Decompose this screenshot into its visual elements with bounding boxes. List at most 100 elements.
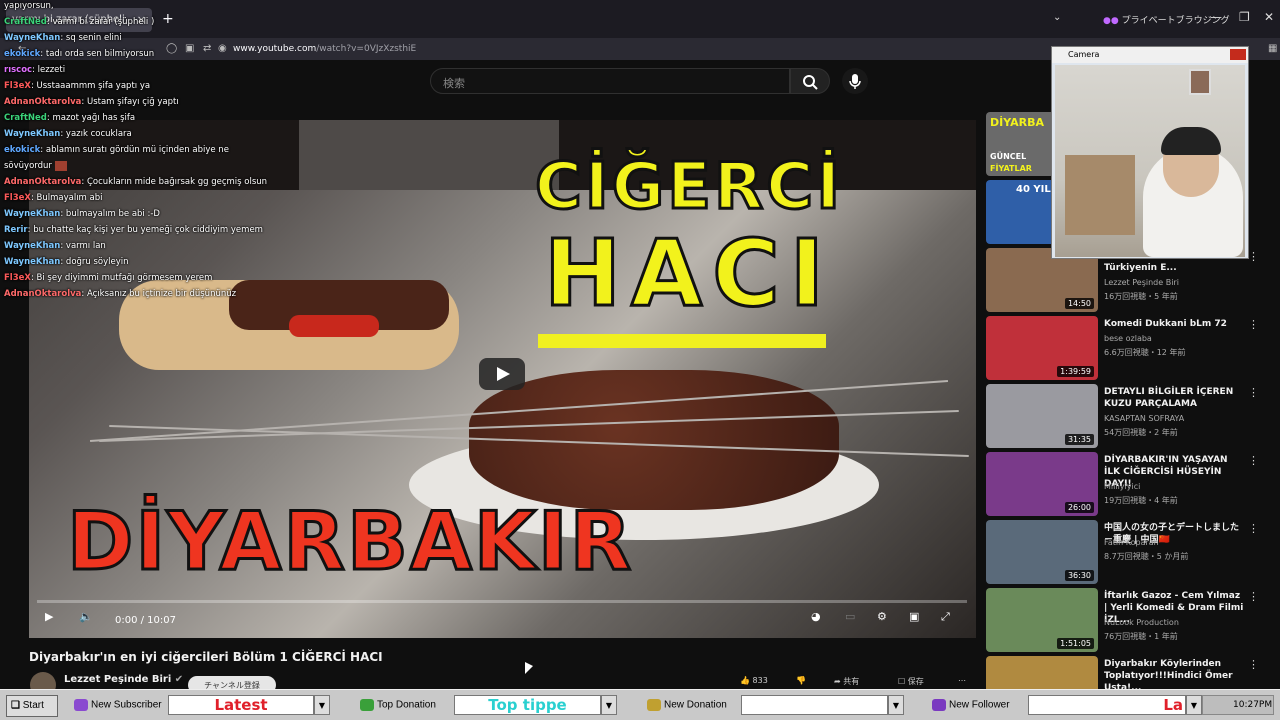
more-options-icon[interactable]: ⋮ xyxy=(1248,318,1259,331)
chat-username: Fl3eX xyxy=(4,273,31,283)
related-video[interactable]: 31:35 DETAYLI BİLGİLER İÇEREN KUZU PARÇAL… xyxy=(986,384,1266,450)
channel-name-row[interactable]: Lezzet Peşinde Biri ✔ xyxy=(64,674,183,685)
related-video-channel[interactable]: Fatih Koparan xyxy=(1104,538,1159,547)
donation-icon xyxy=(360,699,374,711)
new-donation-label: New Donation xyxy=(664,699,727,711)
chat-username: WayneKhan xyxy=(4,257,61,267)
chat-username: ekokick xyxy=(4,49,41,59)
related-video-meta: 8.7万回視聴・5 か月前 xyxy=(1104,552,1189,561)
restore-icon[interactable]: ❐ xyxy=(1239,10,1250,24)
like-count: 833 xyxy=(752,676,768,685)
fullscreen-icon[interactable]: ⤢ xyxy=(941,610,950,624)
more-options-icon[interactable]: ⋮ xyxy=(1248,250,1259,263)
camera-title-bar[interactable]: Camera xyxy=(1052,47,1248,63)
more-options-icon[interactable]: ⋮ xyxy=(1248,658,1259,671)
progress-bar[interactable] xyxy=(37,600,967,603)
chat-message: Fl3eX: Bulmayalım abi xyxy=(4,190,294,206)
more-actions-icon[interactable]: ⋯ xyxy=(958,676,966,685)
chat-username: WayneKhan xyxy=(4,209,61,219)
thumbnail-overlay-text: 40 YILI xyxy=(1016,184,1055,195)
new-donation-field[interactable] xyxy=(741,695,888,715)
thumbnail-title-bottom: DİYARBAKIR xyxy=(66,494,634,590)
related-video-title[interactable]: DETAYLI BİLGİLER İÇEREN KUZU PARÇALAMA xyxy=(1104,386,1246,410)
play-icon[interactable]: ▶ xyxy=(45,610,53,623)
chat-text: sq senin elini xyxy=(65,33,122,43)
chat-username: CraftNed xyxy=(4,17,47,27)
time-display: 0:00 / 10:07 xyxy=(115,615,177,626)
new-subscriber-item[interactable]: New Subscriber xyxy=(74,695,162,717)
chat-username: WayneKhan xyxy=(4,33,61,43)
more-options-icon[interactable]: ⋮ xyxy=(1248,590,1259,603)
dislike-icon[interactable]: 👎 xyxy=(796,676,806,685)
related-video-title[interactable]: Komedi Dukkani bLm 72 xyxy=(1104,318,1246,330)
new-follower-field[interactable]: La xyxy=(1028,695,1186,715)
related-video[interactable]: 26:00 DİYARBAKIR'IN YAŞAYAN İLK CİĞERCİSİ… xyxy=(986,452,1266,518)
follower-icon xyxy=(932,699,946,711)
chat-username: Fl3eX xyxy=(4,81,31,91)
more-options-icon[interactable]: ⋮ xyxy=(1248,522,1259,535)
top-donation-item[interactable]: Top Donation xyxy=(360,695,436,717)
related-video-meta: 16万回視聴・5 年前 xyxy=(1104,292,1178,301)
camera-close-icon[interactable] xyxy=(1230,49,1246,60)
share-button[interactable]: ➦ 共有 xyxy=(834,676,859,687)
chat-username: rıscoc xyxy=(4,65,33,75)
related-video-meta: 6.6万回視聴・12 年前 xyxy=(1104,348,1186,357)
thumbnail-overlay-text: GÜNCEL xyxy=(990,152,1027,161)
camera-feed xyxy=(1055,65,1245,257)
video-thumbnail[interactable]: 31:35 xyxy=(986,384,1098,448)
video-duration: 36:30 xyxy=(1064,570,1094,581)
miniplayer-icon[interactable]: ▣ xyxy=(909,610,919,623)
search-button[interactable] xyxy=(790,68,830,94)
new-follower-item[interactable]: New Follower xyxy=(932,695,1010,717)
search-input[interactable]: 検索 xyxy=(430,68,790,94)
volume-icon[interactable]: 🔈 xyxy=(79,610,93,623)
chat-message: AdnanOktarolva: Açıksanız bu içtinize bi… xyxy=(4,286,294,302)
chat-username: CraftNed xyxy=(4,113,47,123)
new-donation-item[interactable]: New Donation xyxy=(647,695,727,717)
like-button[interactable]: 👍 833 xyxy=(740,676,768,685)
chat-text: Usstaaammm şifa yaptı ya xyxy=(36,81,151,91)
chat-username: Fl3eX xyxy=(4,193,31,203)
large-play-button[interactable] xyxy=(479,358,525,390)
more-options-icon[interactable]: ⋮ xyxy=(1248,386,1259,399)
video-thumbnail[interactable]: 26:00 xyxy=(986,452,1098,516)
related-video[interactable]: 1:39:59 Komedi Dukkani bLm 72 bese ozlaba 6… xyxy=(986,316,1266,382)
settings-gear-icon[interactable]: ⚙ xyxy=(877,610,887,623)
latest-field[interactable]: Latest xyxy=(168,695,314,715)
save-label: 保存 xyxy=(907,677,924,686)
related-video[interactable]: 1:51:05 İftarlık Gazoz - Cem Yılmaz | Yer… xyxy=(986,588,1266,654)
new-donation-icon xyxy=(647,699,661,711)
voice-search-button[interactable] xyxy=(842,68,868,94)
close-window-icon[interactable]: ✕ xyxy=(1264,10,1274,24)
chat-message: CraftNed: mazot yağı has şifa xyxy=(4,110,294,126)
chat-username: Rerir xyxy=(4,225,28,235)
new-donation-dropdown-icon[interactable]: ▼ xyxy=(888,695,904,715)
top-tipper-field[interactable]: Top tippe xyxy=(454,695,601,715)
subtitles-icon[interactable]: ▭ xyxy=(845,610,855,623)
more-options-icon[interactable]: ⋮ xyxy=(1248,454,1259,467)
extensions-icon[interactable]: ▦ xyxy=(1268,43,1277,54)
chat-message: WayneKhan: doğru söyleyin xyxy=(4,254,294,270)
chat-message: WayneKhan: bulmayalım be abi :-D xyxy=(4,206,294,222)
latest-dropdown-icon[interactable]: ▼ xyxy=(314,695,330,715)
related-video[interactable]: 36:30 中国人の女の子とデートしました－重慶 | 中国🇨🇳 Fatih Kopa… xyxy=(986,520,1266,586)
autoplay-toggle-icon[interactable]: ◕ xyxy=(811,610,821,623)
chat-username: AdnanOktarolva xyxy=(4,97,82,107)
video-thumbnail[interactable]: 36:30 xyxy=(986,520,1098,584)
video-thumbnail[interactable]: 1:39:59 xyxy=(986,316,1098,380)
related-video-channel[interactable]: bese ozlaba xyxy=(1104,334,1152,343)
minimize-icon[interactable]: — xyxy=(1210,10,1222,24)
list-all-tabs-icon[interactable]: ⌄ xyxy=(1053,12,1061,23)
chat-message: WayneKhan: sq senin elini xyxy=(4,30,294,46)
related-video-channel[interactable]: Milliyiyici xyxy=(1104,482,1140,491)
related-video-channel[interactable]: NuLook Production xyxy=(1104,618,1179,627)
top-tipper-dropdown-icon[interactable]: ▼ xyxy=(601,695,617,715)
start-button[interactable]: ❏ Start xyxy=(6,695,58,717)
camera-window[interactable]: Camera xyxy=(1051,46,1249,259)
video-thumbnail[interactable]: 1:51:05 xyxy=(986,588,1098,652)
related-video-channel[interactable]: KASAPTAN SOFRAYA xyxy=(1104,414,1184,423)
chat-text: yapıyorsun, xyxy=(4,1,54,11)
related-video-channel[interactable]: Lezzet Peşinde Biri xyxy=(1104,278,1179,287)
save-button[interactable]: ☐ 保存 xyxy=(898,676,924,687)
new-follower-dropdown-icon[interactable]: ▼ xyxy=(1186,695,1202,715)
